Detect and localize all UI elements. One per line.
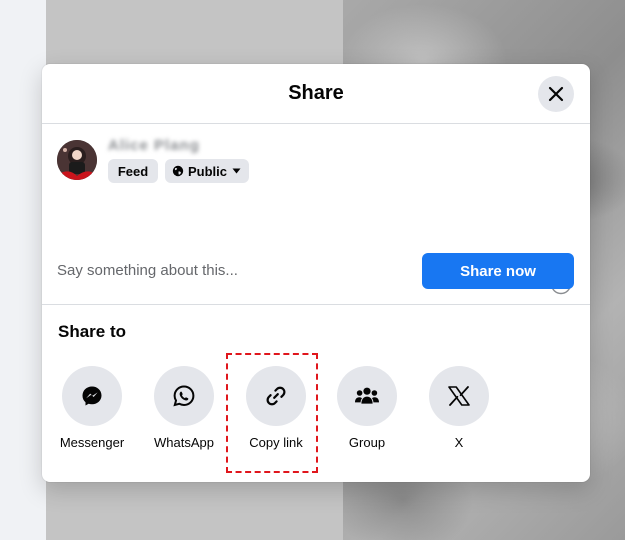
share-option-label: WhatsApp <box>154 435 214 450</box>
x-logo-icon <box>448 386 470 406</box>
composer-input[interactable]: Say something about this... <box>57 262 238 279</box>
share-option-circle <box>62 366 122 426</box>
privacy-label: Public <box>188 163 228 179</box>
group-icon <box>355 387 379 404</box>
feed-label: Feed <box>117 163 149 179</box>
globe-icon <box>172 165 184 177</box>
close-button[interactable] <box>538 76 574 112</box>
page-background <box>0 0 46 540</box>
share-option-label: X <box>454 435 464 450</box>
messenger-icon <box>82 386 102 406</box>
dialog-title: Share <box>288 82 344 104</box>
audience-feed-button[interactable]: Feed <box>108 159 158 183</box>
share-option-circle <box>154 366 214 426</box>
close-icon <box>548 86 564 102</box>
share-now-button[interactable]: Share now <box>422 253 574 289</box>
avatar-image <box>57 140 97 180</box>
whatsapp-icon <box>173 385 195 407</box>
share-option-whatsapp[interactable]: WhatsApp <box>138 366 230 450</box>
share-option-circle <box>337 366 397 426</box>
copy-link-highlight <box>226 353 318 473</box>
share-option-group[interactable]: Group <box>321 366 413 450</box>
caret-down-icon <box>232 168 241 174</box>
share-to-heading: Share to <box>58 322 127 341</box>
share-option-label: Group <box>348 435 386 450</box>
share-option-label: Messenger <box>59 435 125 450</box>
share-option-messenger[interactable]: Messenger <box>46 366 138 450</box>
share-option-circle <box>429 366 489 426</box>
avatar <box>57 140 97 180</box>
privacy-selector[interactable]: Public <box>165 159 249 183</box>
dialog-header: Share <box>42 64 590 124</box>
share-option-x[interactable]: X <box>413 366 505 450</box>
user-name: Alice Plang <box>108 137 200 154</box>
